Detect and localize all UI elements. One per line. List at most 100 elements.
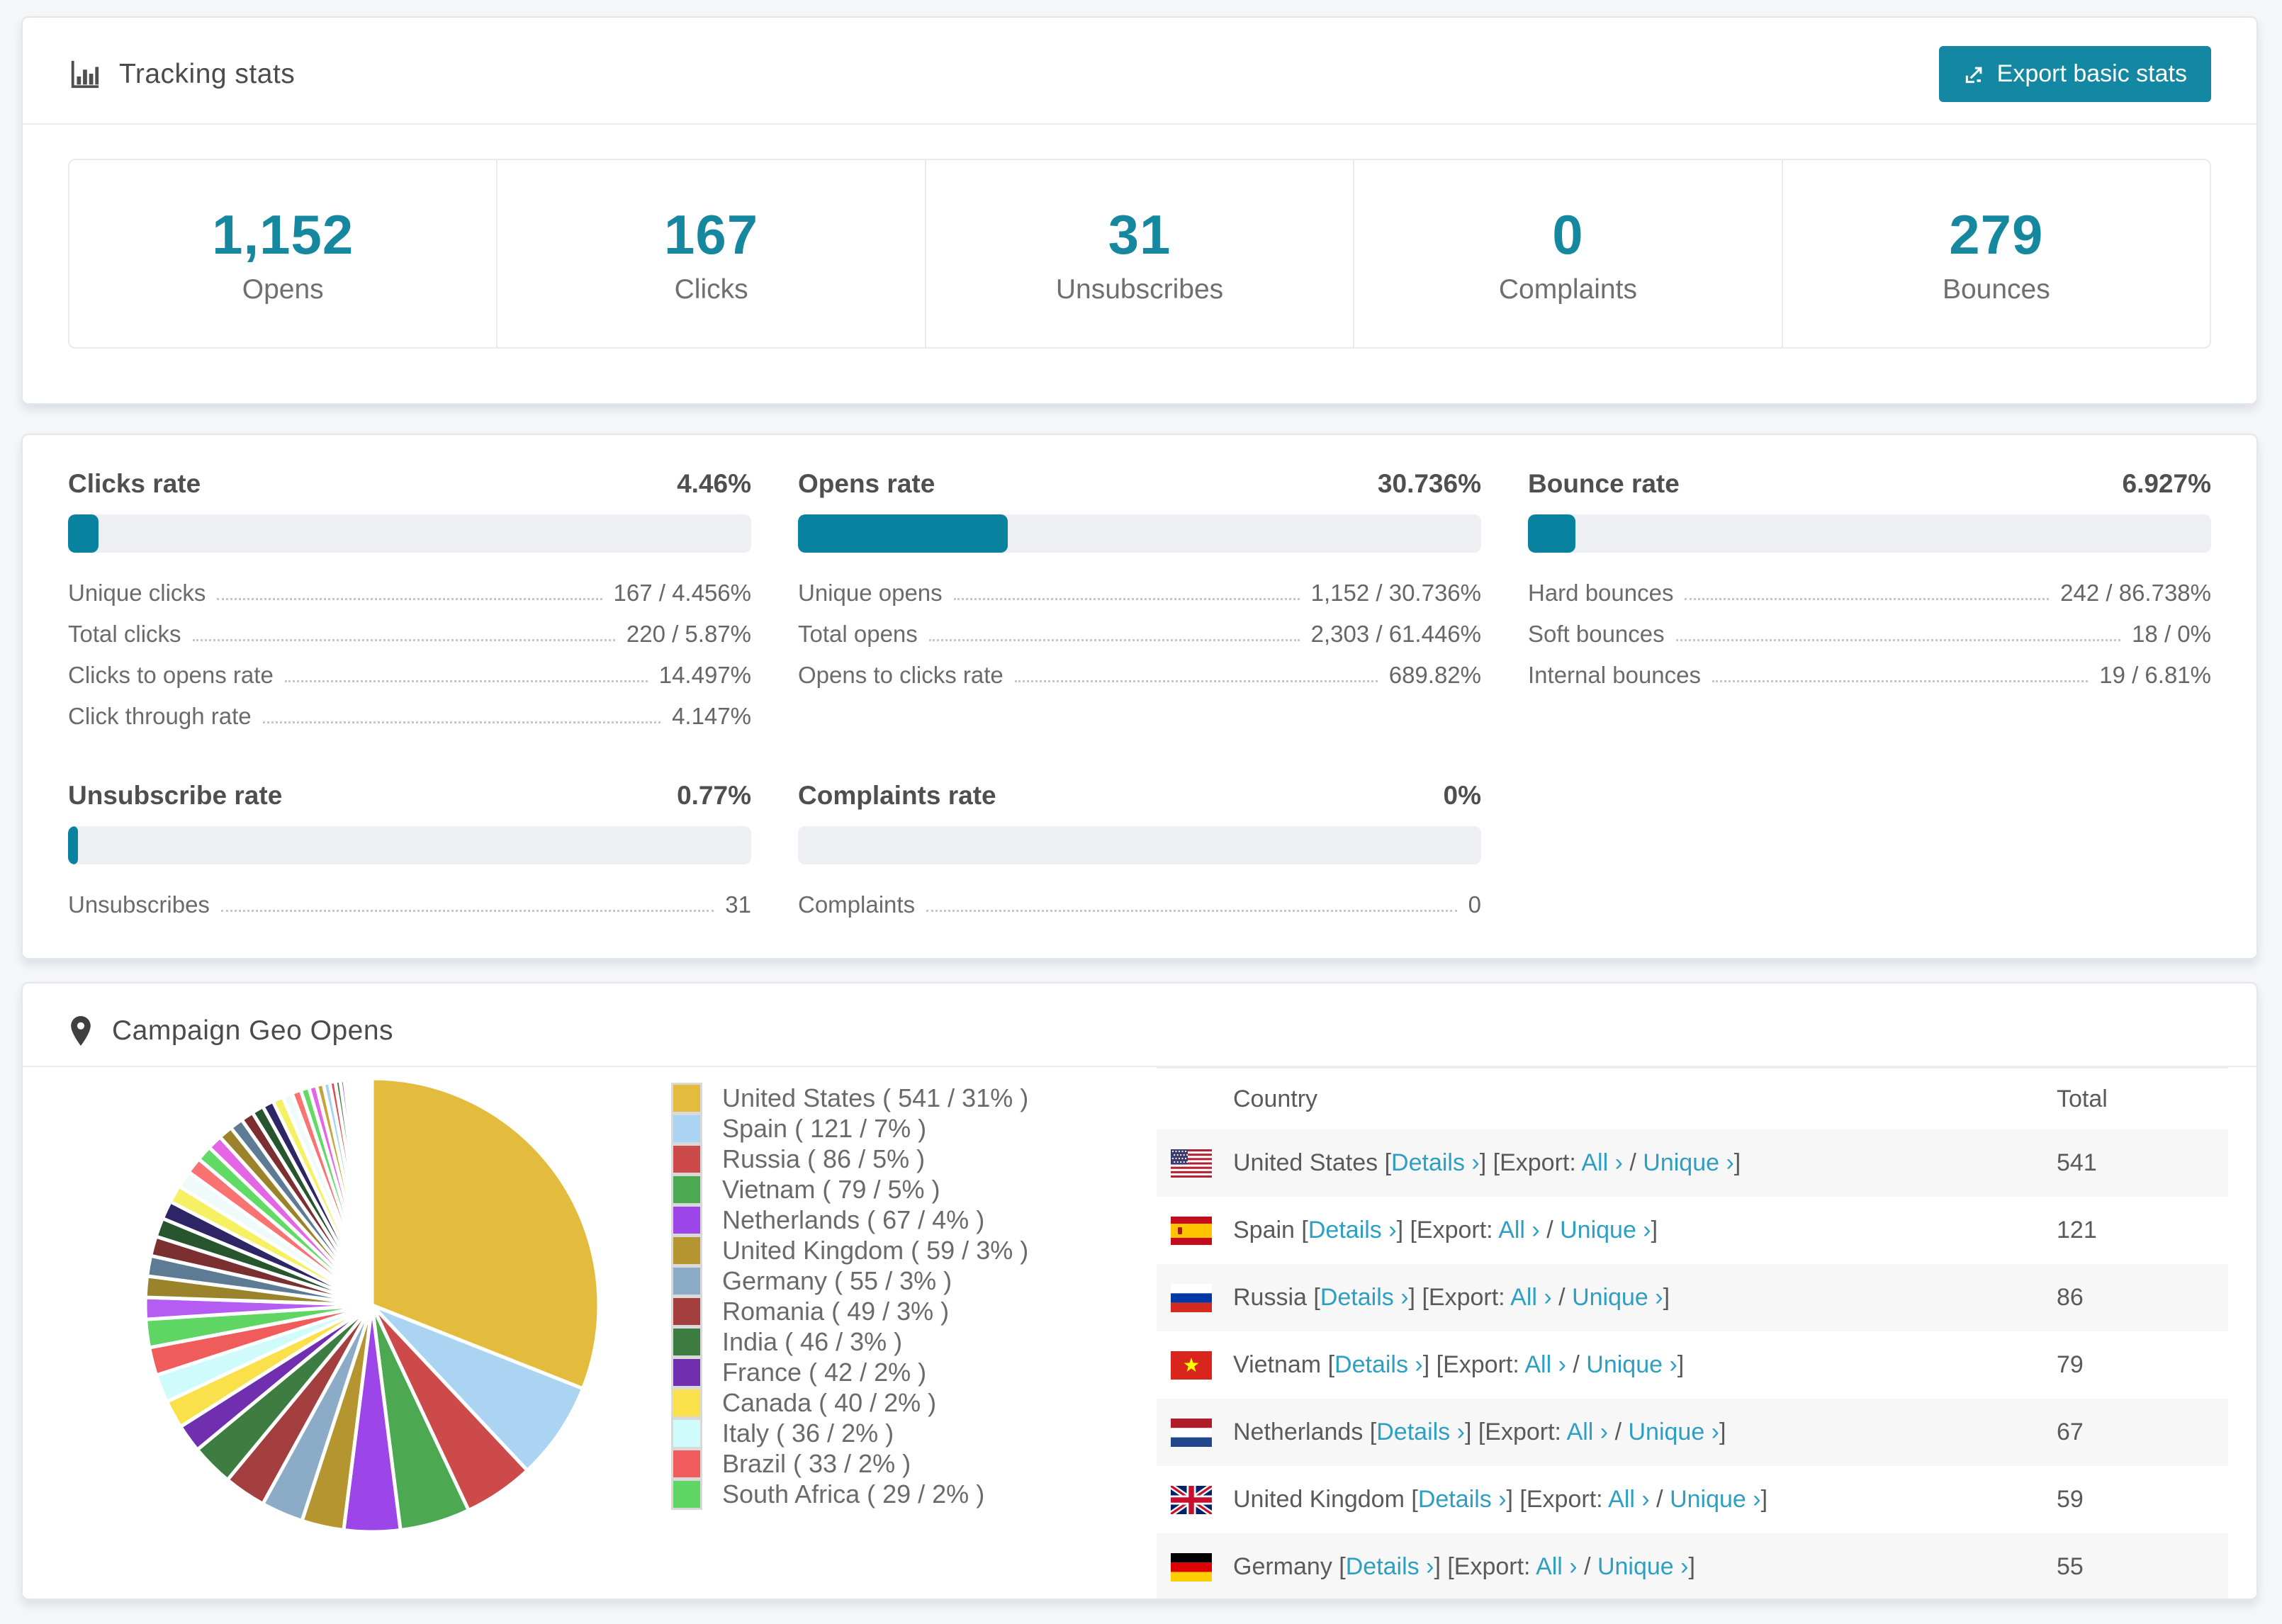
- export-unique-link[interactable]: Unique ›: [1572, 1284, 1663, 1311]
- geo-table-header: Country Total: [1157, 1068, 2228, 1129]
- dotted-leader: [1712, 680, 2089, 682]
- export-all-link[interactable]: All ›: [1567, 1419, 1609, 1445]
- legend-swatch: [671, 1387, 702, 1419]
- export-unique-link[interactable]: Unique ›: [1643, 1149, 1734, 1176]
- export-unique-link[interactable]: Unique ›: [1597, 1553, 1689, 1580]
- table-row-vn: Vietnam [Details ›] [Export: All › / Uni…: [1157, 1331, 2228, 1399]
- export-all-link[interactable]: All ›: [1581, 1149, 1623, 1176]
- stat-label: Unsubscribes: [1055, 274, 1224, 305]
- legend-label: Netherlands ( 67 / 4% ): [722, 1205, 985, 1234]
- rate-detail-row: Internal bounces 19 / 6.81%: [1528, 662, 2211, 689]
- detail-value: 242 / 86.738%: [2060, 580, 2211, 606]
- es-flag-icon: [1171, 1216, 1212, 1245]
- legend-item: Italy ( 36 / 2% ): [671, 1417, 1028, 1449]
- bar-chart-icon: [68, 58, 101, 91]
- page-title: Tracking stats: [119, 58, 296, 89]
- export-icon: [1963, 63, 1986, 86]
- stat-label: Complaints: [1498, 274, 1637, 305]
- export-unique-link[interactable]: Unique ›: [1628, 1419, 1719, 1445]
- export-unique-link[interactable]: Unique ›: [1560, 1217, 1651, 1244]
- export-all-link[interactable]: All ›: [1524, 1351, 1566, 1378]
- legend-swatch: [671, 1204, 702, 1236]
- details-link[interactable]: Details ›: [1308, 1217, 1397, 1244]
- table-row-us: United States [Details ›] [Export: All ›…: [1157, 1129, 2228, 1197]
- rate-detail-row: Unique clicks 167 / 4.456%: [68, 580, 752, 607]
- details-link[interactable]: Details ›: [1418, 1486, 1507, 1513]
- rate-progress-fill: [1528, 514, 1575, 553]
- legend-label: South Africa ( 29 / 2% ): [722, 1479, 985, 1509]
- tracking-stats-card: Tracking stats Export basic stats 1,152 O…: [21, 16, 2258, 405]
- stat-value: 1,152: [212, 203, 354, 266]
- rate-value: 6.927%: [2122, 469, 2212, 498]
- legend-item: Russia ( 86 / 5% ): [671, 1143, 1028, 1175]
- country-name: Germany: [1233, 1553, 1332, 1580]
- geo-title: Campaign Geo Opens: [112, 1015, 394, 1046]
- vn-flag-icon: [1171, 1350, 1212, 1380]
- stat-value: 31: [1108, 203, 1171, 266]
- total-cell: 541: [2057, 1149, 2097, 1176]
- legend-swatch: [671, 1234, 702, 1266]
- details-link[interactable]: Details ›: [1376, 1419, 1465, 1445]
- legend-item: South Africa ( 29 / 2% ): [671, 1478, 1028, 1510]
- export-all-link[interactable]: All ›: [1498, 1217, 1540, 1244]
- detail-label: Clicks to opens rate: [68, 662, 274, 688]
- detail-value: 167 / 4.456%: [613, 580, 752, 606]
- country-cell: Russia [Details ›] [Export: All › / Uniq…: [1233, 1284, 1670, 1311]
- export-all-link[interactable]: All ›: [1608, 1486, 1650, 1513]
- rate-detail-row: Total clicks 220 / 5.87%: [68, 621, 751, 648]
- stats-row: 1,152 Opens 167 Clicks 31 Unsubscribes 0 Compla…: [68, 159, 2211, 349]
- legend-label: Russia ( 86 / 5% ): [722, 1144, 926, 1173]
- export-unique-link[interactable]: Unique ›: [1670, 1486, 1761, 1513]
- stat-box-complaints: 0 Complaints: [1354, 160, 1783, 347]
- dotted-leader: [1014, 680, 1378, 682]
- country-cell: Vietnam [Details ›] [Export: All › / Uni…: [1233, 1351, 1685, 1378]
- country-name: Vietnam: [1233, 1351, 1322, 1378]
- rate-progress-fill: [798, 514, 1008, 553]
- rate-detail-row: Opens to clicks rate 689.82%: [798, 662, 1481, 689]
- rate-detail-row: Complaints 0: [798, 891, 1481, 918]
- details-link[interactable]: Details ›: [1334, 1351, 1423, 1378]
- stat-box-clicks: 167 Clicks: [498, 160, 926, 347]
- legend-swatch: [671, 1356, 702, 1388]
- rate-progress-fill: [68, 514, 99, 553]
- stat-label: Bounces: [1942, 274, 2050, 305]
- detail-label: Internal bounces: [1528, 662, 1702, 688]
- detail-label: Total opens: [798, 621, 918, 647]
- legend-item: United States ( 541 / 31% ): [671, 1082, 1028, 1114]
- stat-box-opens: 1,152 Opens: [69, 160, 498, 347]
- detail-label: Complaints: [798, 891, 916, 918]
- stat-value: 0: [1552, 203, 1584, 266]
- stat-value: 279: [1949, 203, 2044, 266]
- stat-value: 167: [664, 203, 759, 266]
- rate-block-complaints-rate: Complaints rate 0% Complaints 0: [798, 781, 1481, 935]
- total-cell: 55: [2057, 1553, 2084, 1580]
- rate-progress-bar: [798, 826, 1481, 864]
- export-all-link[interactable]: All ›: [1510, 1284, 1552, 1311]
- rates-card: Clicks rate 4.46% Unique clicks 167 / 4.456…: [21, 434, 2258, 959]
- legend-swatch: [671, 1265, 702, 1297]
- details-link[interactable]: Details ›: [1346, 1553, 1434, 1580]
- country-name: Russia: [1233, 1284, 1307, 1311]
- stat-box-unsubscribes: 31 Unsubscribes: [926, 160, 1355, 347]
- total-cell: 121: [2057, 1217, 2097, 1244]
- rate-detail-row: Hard bounces 242 / 86.738%: [1528, 580, 2211, 607]
- de-flag-icon: [1171, 1552, 1212, 1581]
- rates-grid: Clicks rate 4.46% Unique clicks 167 / 4.456…: [23, 435, 2256, 935]
- country-header: Country: [1233, 1085, 1318, 1112]
- rate-title: Unsubscribe rate: [68, 781, 283, 810]
- rate-detail-row: Unsubscribes 31: [68, 891, 751, 918]
- legend-item: Netherlands ( 67 / 4% ): [671, 1204, 1028, 1236]
- details-link[interactable]: Details ›: [1391, 1149, 1480, 1176]
- legend-label: Vietnam ( 79 / 5% ): [722, 1174, 940, 1204]
- legend-swatch: [671, 1326, 702, 1358]
- export-all-link[interactable]: All ›: [1536, 1553, 1578, 1580]
- legend-swatch: [671, 1143, 702, 1175]
- geo-header: Campaign Geo Opens: [23, 983, 2256, 1067]
- export-basic-stats-button[interactable]: Export basic stats: [1938, 46, 2211, 102]
- details-link[interactable]: Details ›: [1320, 1284, 1409, 1311]
- rate-block-bounce-rate: Bounce rate 6.927% Hard bounces 242 / 86.73…: [1528, 469, 2211, 747]
- export-unique-link[interactable]: Unique ›: [1586, 1351, 1677, 1378]
- total-cell: 86: [2057, 1284, 2084, 1311]
- legend-label: France ( 42 / 2% ): [722, 1357, 927, 1387]
- rate-title: Clicks rate: [68, 469, 201, 498]
